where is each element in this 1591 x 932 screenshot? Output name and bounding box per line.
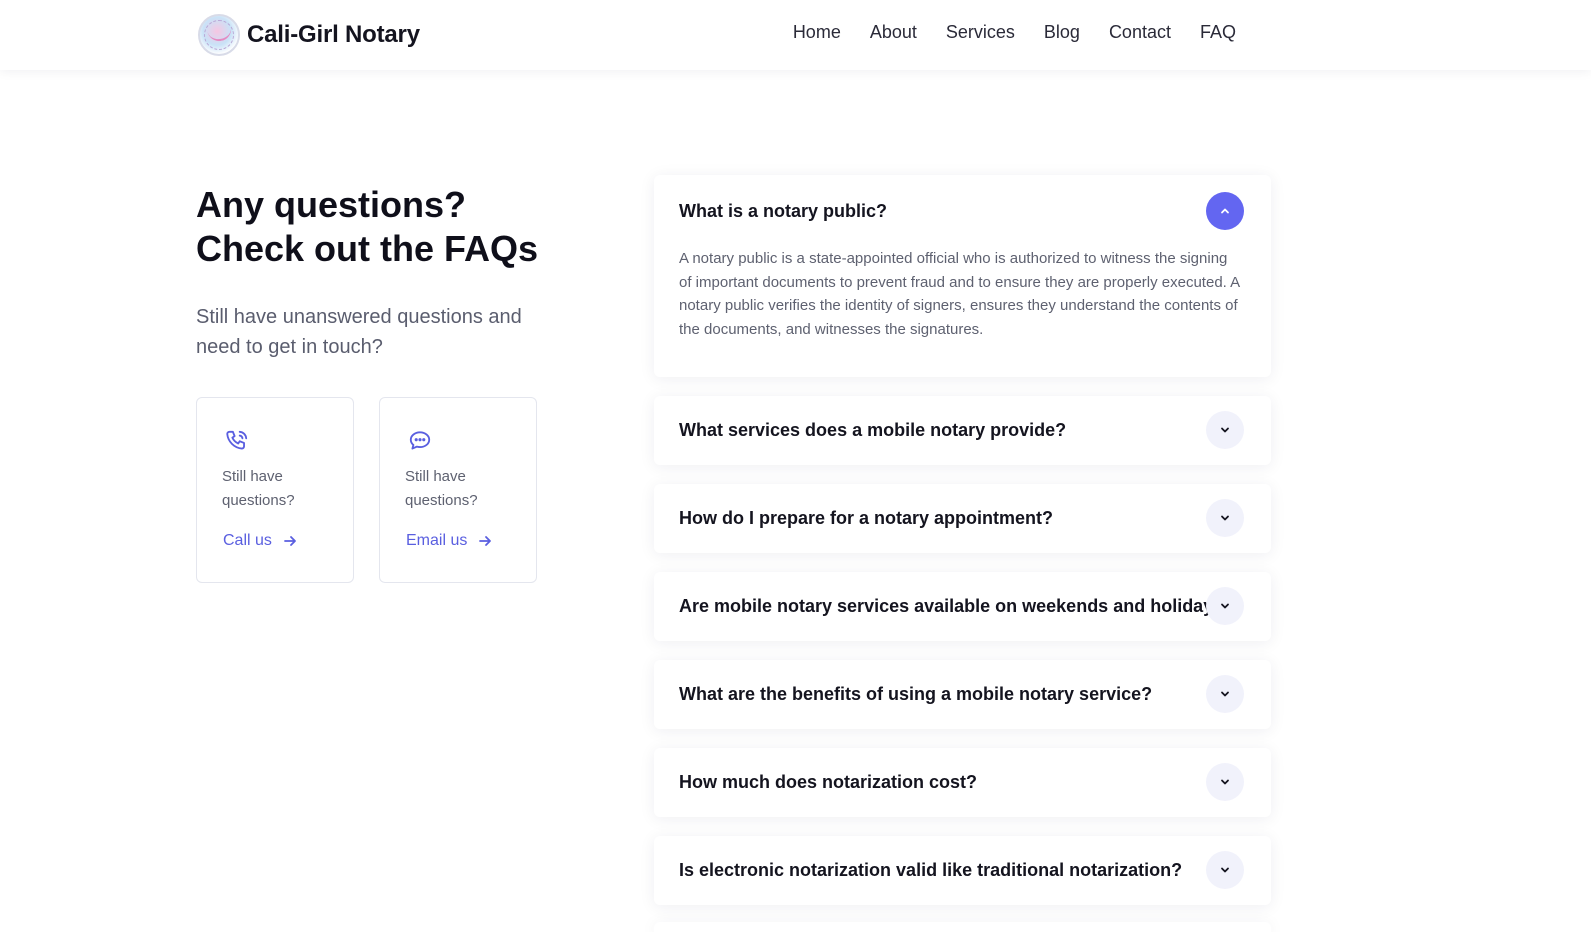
call-card: Still have questions? Call us xyxy=(196,397,354,583)
phone-icon xyxy=(226,430,248,450)
chevron-up-icon xyxy=(1221,208,1229,214)
faq-question[interactable]: What are the benefits of using a mobile … xyxy=(679,684,1152,705)
faq-item[interactable]: What services does a mobile notary provi… xyxy=(654,396,1271,465)
brand[interactable]: Cali-Girl Notary xyxy=(198,14,420,56)
faq-question[interactable]: Are mobile notary services available on … xyxy=(679,596,1234,617)
email-card: Still have questions? Email us xyxy=(379,397,537,583)
faq-question[interactable]: Is electronic notarization valid like tr… xyxy=(679,860,1182,881)
chevron-down-icon xyxy=(1221,515,1229,521)
chat-bubble-icon xyxy=(409,431,431,450)
page-title-line-2: Check out the FAQs xyxy=(196,228,539,269)
nav-item-home[interactable]: Home xyxy=(793,22,841,43)
email-card-text: Still have questions? xyxy=(405,468,478,509)
chevron-down-icon xyxy=(1221,867,1229,873)
faq-toggle-button[interactable] xyxy=(1206,851,1244,889)
faq-item[interactable]: How much does notarization cost? xyxy=(654,748,1271,817)
brand-name: Cali-Girl Notary xyxy=(247,21,420,48)
faq-question[interactable]: How do I prepare for a notary appointmen… xyxy=(679,508,1053,529)
faq-toggle-button[interactable] xyxy=(1206,763,1244,801)
call-us-label: Call us xyxy=(223,532,272,549)
faq-question[interactable]: What services does a mobile notary provi… xyxy=(679,420,1066,441)
arrow-right-icon xyxy=(284,536,296,546)
faq-item[interactable]: How do I prepare for a notary appointmen… xyxy=(654,484,1271,553)
faq-item[interactable]: Is electronic notarization valid like tr… xyxy=(654,836,1271,905)
page-title-line-1: Any questions? xyxy=(196,184,467,225)
chevron-down-icon xyxy=(1221,779,1229,785)
call-us-link[interactable]: Call us xyxy=(223,532,297,550)
faq-item: What is a notary public? A notary public… xyxy=(654,175,1271,377)
chevron-down-icon xyxy=(1221,427,1229,433)
faq-item[interactable]: What are the benefits of using a mobile … xyxy=(654,660,1271,729)
arrow-right-icon xyxy=(479,536,492,546)
nav-item-blog[interactable]: Blog xyxy=(1044,22,1080,43)
faq-toggle-button[interactable] xyxy=(1206,499,1244,537)
chevron-down-icon xyxy=(1221,603,1229,609)
brand-logo xyxy=(198,14,240,56)
faq-answer: A notary public is a state-appointed off… xyxy=(679,250,1240,338)
faq-toggle-button[interactable] xyxy=(1206,192,1244,230)
nav-item-services[interactable]: Services xyxy=(946,22,1015,43)
faq-item[interactable]: Are mobile notary services available on … xyxy=(654,572,1271,641)
faq-question[interactable]: What is a notary public? xyxy=(679,201,887,222)
page-title: Any questions? Check out the FAQs xyxy=(196,183,616,271)
faq-question[interactable]: How much does notarization cost? xyxy=(679,772,977,793)
main-menu: Home About Services Blog Contact FAQ xyxy=(793,22,1236,43)
page-subtitle: Still have unanswered questions and need… xyxy=(196,306,522,358)
faq-toggle-button[interactable] xyxy=(1206,411,1244,449)
nav-item-contact[interactable]: Contact xyxy=(1109,22,1171,43)
top-navbar: Cali-Girl Notary Home About Services Blo… xyxy=(0,0,1591,70)
faq-toggle-button[interactable] xyxy=(1206,587,1244,625)
chevron-down-icon xyxy=(1221,691,1229,697)
faq-item-partial xyxy=(654,922,1271,932)
email-us-link[interactable]: Email us xyxy=(406,532,492,550)
nav-item-faq[interactable]: FAQ xyxy=(1200,22,1236,43)
nav-item-about[interactable]: About xyxy=(870,22,917,43)
email-us-label: Email us xyxy=(406,532,468,549)
call-card-text: Still have questions? xyxy=(222,468,295,509)
faq-toggle-button[interactable] xyxy=(1206,675,1244,713)
